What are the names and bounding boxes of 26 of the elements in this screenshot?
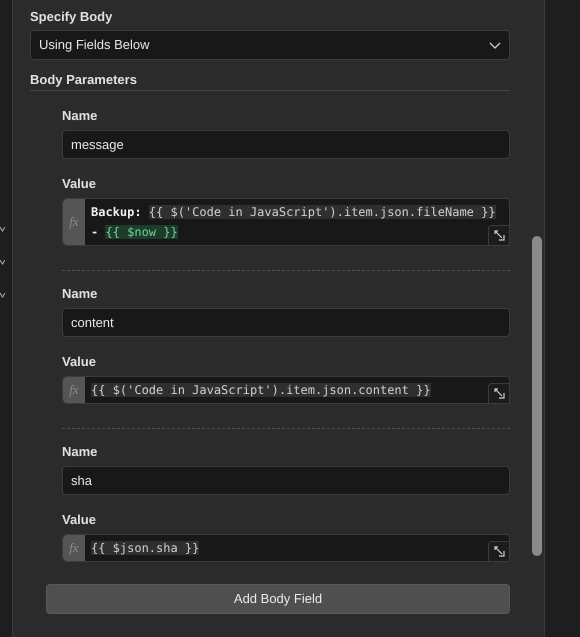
input-field[interactable]: sha <box>62 466 510 495</box>
add-body-field-button[interactable]: Add Body Field <box>46 584 510 614</box>
chevron-icon[interactable] <box>0 292 5 298</box>
expand-icon <box>494 388 504 399</box>
select-dropdown[interactable]: Using Fields Below <box>30 30 510 60</box>
expand-button[interactable] <box>488 225 510 246</box>
field-label: Specify Body <box>30 8 114 25</box>
chevron-icon[interactable] <box>0 226 5 232</box>
expand-button[interactable] <box>488 383 510 404</box>
select-value: Using Fields Below <box>39 36 150 54</box>
field-label: Value <box>62 175 97 192</box>
chevron-down-icon <box>489 42 501 48</box>
expand-button[interactable] <box>488 541 510 562</box>
expression-text: Backup: {{ $('Code in JavaScript').item.json.fileName }} - {{ $now }} <box>90 204 497 241</box>
chevron-icon[interactable] <box>0 259 5 265</box>
section-label: Body Parameters <box>30 71 138 88</box>
expand-icon <box>494 546 504 557</box>
scrollbar[interactable] <box>532 236 542 556</box>
field-label: Value <box>62 511 97 528</box>
field-label: Value <box>62 353 97 370</box>
input-field[interactable]: content <box>62 308 510 337</box>
field-label: Name <box>62 443 98 460</box>
input-field[interactable]: message <box>62 130 510 159</box>
field-label: Name <box>62 285 98 302</box>
field-label: Name <box>62 107 98 124</box>
expand-icon <box>494 230 504 241</box>
